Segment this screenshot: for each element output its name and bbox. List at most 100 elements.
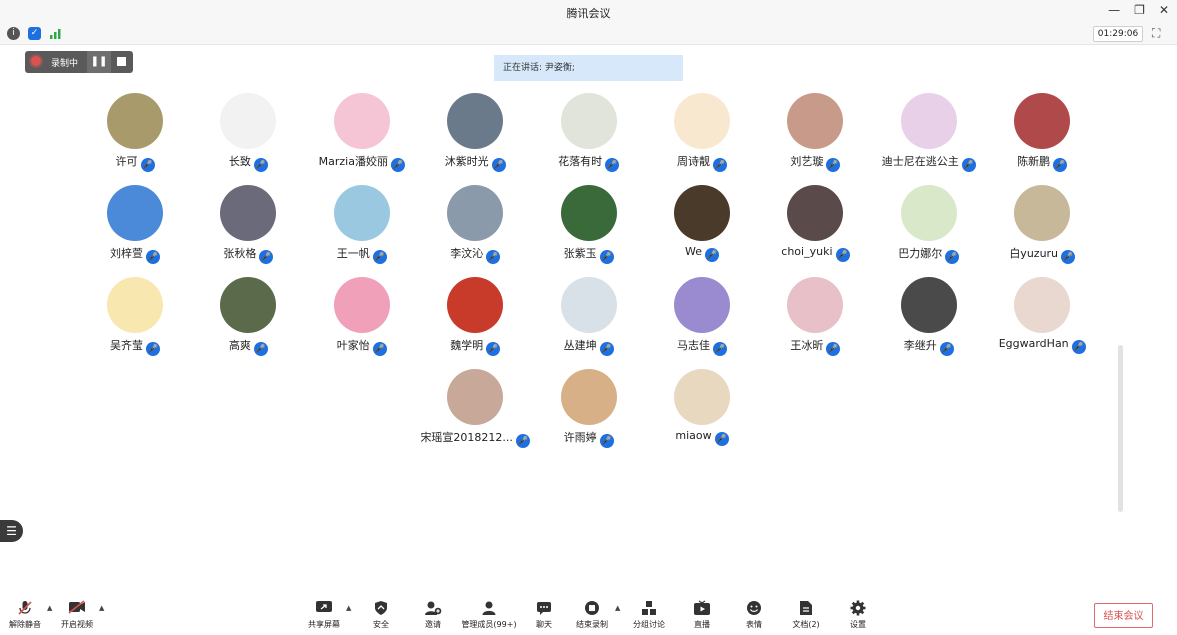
- stop-recording-button[interactable]: [117, 57, 126, 66]
- participant-name: 张紫玉 🎤: [534, 245, 644, 264]
- participant-name-text: 刘梓萱: [110, 247, 143, 260]
- participant-tile[interactable]: EggwardHan 🎤: [987, 277, 1097, 393]
- live-button[interactable]: 直播: [672, 600, 732, 630]
- participant-tile[interactable]: miaow 🎤: [647, 369, 757, 485]
- avatar: [900, 277, 957, 333]
- settings-label: 设置: [850, 620, 866, 629]
- mic-icon: 🎤: [835, 248, 850, 262]
- record-icon: [583, 600, 601, 616]
- pause-recording-button[interactable]: ❚❚: [87, 51, 111, 73]
- participant-grid: 春水秋山🎤唐鑫宇🎤单霄震🎤郭晓晗2019212...🎤徐墅淇🎤刘彦🎤尚姝辰🎤王生…: [0, 86, 1177, 506]
- security-label: 安全: [373, 620, 389, 629]
- share-screen-label: 共享屏幕: [308, 620, 340, 629]
- participant-tile[interactable]: 王冰昕 🎤: [760, 277, 870, 393]
- participant-tile[interactable]: 李继升 🎤: [874, 277, 984, 393]
- participant-name: 许雨婷 🎤: [534, 429, 644, 448]
- list-menu-icon[interactable]: ☰: [0, 520, 23, 542]
- breakout-button[interactable]: 分组讨论: [619, 600, 679, 630]
- participant-name: 王冰昕 🎤: [760, 337, 870, 356]
- avatar: [674, 369, 730, 425]
- participant-name-text: 叶家怡: [336, 339, 370, 352]
- avatar: [787, 185, 844, 241]
- end-meeting-button[interactable]: 结束会议: [1094, 603, 1153, 628]
- participant-name-text: 宋瑶宣2018212...: [420, 431, 513, 444]
- close-button[interactable]: ✕: [1159, 3, 1169, 17]
- participant-tile[interactable]: 许雨婷 🎤: [534, 369, 644, 485]
- recording-bar: 录制中 ❚❚: [25, 51, 133, 73]
- end-recording-button[interactable]: 结束录制: [562, 600, 622, 630]
- participant-name-text: 李继升: [903, 339, 937, 352]
- mic-icon: 🎤: [486, 250, 501, 264]
- fullscreen-icon[interactable]: ⛶: [1152, 26, 1160, 41]
- chat-icon: [535, 600, 553, 616]
- mic-icon: 🎤: [1071, 340, 1086, 354]
- avatar: [674, 185, 730, 241]
- mic-icon: 🎤: [140, 158, 155, 172]
- start-video-button[interactable]: 开启视频: [47, 600, 107, 630]
- participant-name-text: Marzia潘姣丽: [318, 155, 388, 168]
- avatar: [220, 185, 277, 241]
- docs-button[interactable]: 文档(2): [776, 600, 836, 630]
- mic-icon: 🎤: [599, 434, 614, 448]
- participant-name: 许可 🎤: [80, 153, 190, 172]
- participant-name: 刘艺璇 🎤: [760, 153, 870, 172]
- mic-icon: 🎤: [372, 342, 387, 356]
- meeting-info-bar: i ✓ 01:29:06 ⛶: [0, 24, 1177, 45]
- live-icon: [693, 600, 711, 616]
- participant-name-text: 长致: [228, 155, 251, 168]
- shield-icon[interactable]: ✓: [28, 27, 41, 40]
- participant-name: 王一帆 🎤: [307, 245, 417, 264]
- info-icon[interactable]: i: [7, 27, 20, 40]
- participant-name: 宋瑶宣2018212... 🎤: [420, 429, 530, 448]
- mic-icon: 🎤: [605, 158, 620, 172]
- participant-tile[interactable]: 吴齐莹 🎤: [80, 277, 190, 393]
- gear-icon: [849, 600, 867, 616]
- participant-name-text: EggwardHan: [998, 337, 1069, 350]
- mic-icon: 🎤: [259, 250, 274, 264]
- avatar: [560, 277, 617, 333]
- mic-icon: 🎤: [713, 342, 727, 356]
- document-icon: [797, 600, 815, 616]
- participant-name-text: 马志佳: [677, 339, 710, 352]
- participant-name-text: choi_yuki: [781, 245, 833, 258]
- grid-scrollbar[interactable]: [1118, 345, 1123, 512]
- breakout-label: 分组讨论: [633, 620, 665, 629]
- avatar: [560, 185, 617, 241]
- share-screen-button[interactable]: 共享屏幕: [294, 600, 354, 630]
- participant-tile[interactable]: 叶家怡 🎤: [307, 277, 417, 393]
- avatar: [1014, 93, 1071, 149]
- mic-icon: 🎤: [713, 158, 727, 172]
- manage-members-button[interactable]: 管理成员(99+): [459, 600, 519, 630]
- avatar: [674, 93, 730, 149]
- participant-name-text: 白yuzuru: [1009, 247, 1059, 260]
- minimize-button[interactable]: —: [1108, 3, 1120, 17]
- camera-off-icon: [68, 600, 86, 616]
- mic-icon: 🎤: [939, 342, 954, 356]
- security-button[interactable]: 安全: [351, 600, 411, 630]
- participant-name: 李汶沁 🎤: [420, 245, 530, 264]
- invite-button[interactable]: 邀请: [403, 600, 463, 630]
- title-bar: 腾讯会议 — ❐ ✕: [0, 0, 1177, 24]
- participant-tile[interactable]: 高爽 🎤: [193, 277, 303, 393]
- meeting-timer: 01:29:06: [1093, 26, 1143, 42]
- participant-name: 巴力娜尔 🎤: [874, 245, 984, 264]
- invite-label: 邀请: [425, 620, 441, 629]
- add-user-icon: [424, 600, 442, 616]
- participant-name: 长致 🎤: [193, 153, 303, 172]
- participant-name-text: 花落有时: [558, 155, 603, 168]
- restore-button[interactable]: ❐: [1134, 3, 1145, 17]
- reactions-button[interactable]: 表情: [724, 600, 784, 630]
- signal-icon[interactable]: [49, 27, 62, 40]
- avatar: [333, 185, 390, 241]
- participant-name: 张秋格 🎤: [193, 245, 303, 264]
- participant-name: 叶家怡 🎤: [307, 337, 417, 356]
- participant-tile[interactable]: 宋瑶宣2018212... 🎤: [420, 369, 530, 485]
- video-options-chevron-icon[interactable]: ▲: [99, 604, 104, 612]
- settings-button[interactable]: 设置: [828, 600, 888, 630]
- participant-name: 丛建坤 🎤: [534, 337, 644, 356]
- mic-icon: 🎤: [253, 158, 268, 172]
- window-controls: — ❐ ✕: [1108, 3, 1169, 17]
- participant-name-text: 魏学明: [450, 339, 484, 352]
- avatar: [900, 93, 957, 149]
- mic-muted-icon: [16, 600, 34, 616]
